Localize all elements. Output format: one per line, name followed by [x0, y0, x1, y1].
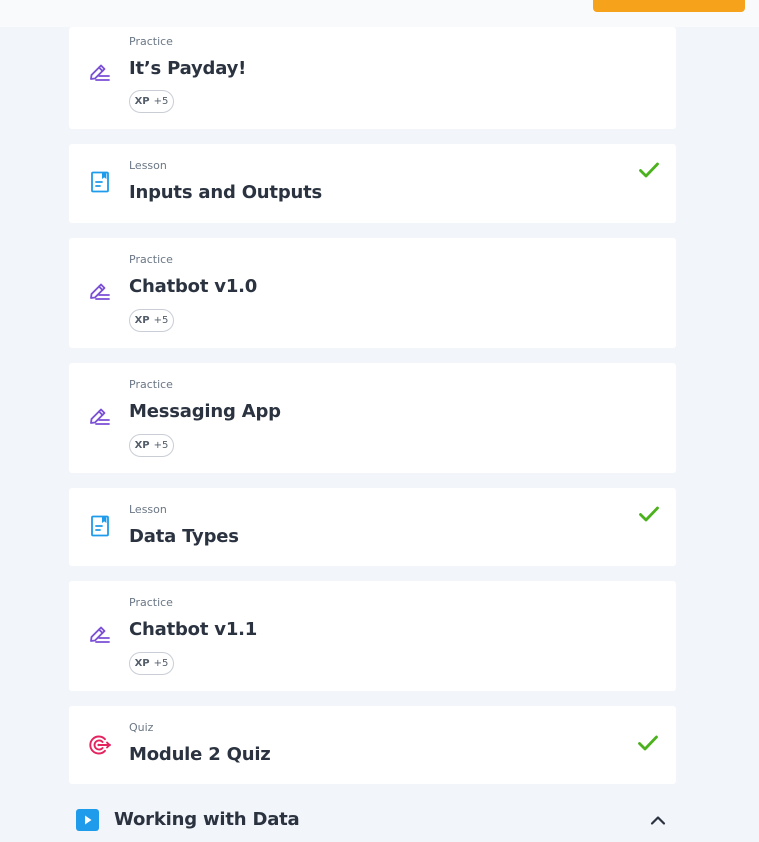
- edit-pencil-icon: [90, 408, 110, 425]
- xp-value: +5: [153, 658, 169, 669]
- xp-label: XP: [134, 658, 150, 669]
- item-type-label: Practice: [129, 596, 173, 609]
- item-title: Chatbot v1.1: [129, 619, 258, 640]
- item-type-label: Quiz: [129, 721, 154, 734]
- item-type-label: Lesson: [129, 159, 167, 172]
- list-item-practice[interactable]: Practice It’s Payday! XP +5: [69, 27, 676, 129]
- xp-value: +5: [153, 96, 169, 107]
- item-title: Inputs and Outputs: [129, 182, 323, 203]
- xp-badge: XP +5: [129, 652, 174, 675]
- item-title: Module 2 Quiz: [129, 744, 271, 765]
- chevron-up-icon[interactable]: [649, 813, 667, 827]
- item-type-label: Practice: [129, 378, 173, 391]
- document-icon: [91, 171, 109, 193]
- item-title: Chatbot v1.0: [129, 276, 258, 297]
- list-item-practice[interactable]: Practice Messaging App XP +5: [69, 363, 676, 473]
- list-item-lesson[interactable]: Lesson Data Types: [69, 488, 676, 566]
- edit-pencil-icon: [90, 64, 110, 81]
- item-type-label: Practice: [129, 253, 173, 266]
- section-header[interactable]: Working with Data: [69, 800, 676, 840]
- xp-label: XP: [134, 96, 150, 107]
- document-icon: [91, 515, 109, 537]
- xp-label: XP: [134, 315, 150, 326]
- check-icon: [639, 506, 659, 522]
- play-icon: [76, 809, 99, 831]
- edit-pencil-icon: [90, 283, 110, 300]
- list-item-quiz[interactable]: Quiz Module 2 Quiz: [69, 706, 676, 784]
- xp-badge: XP +5: [129, 90, 174, 113]
- item-title: Messaging App: [129, 401, 281, 422]
- continue-button[interactable]: [593, 0, 745, 12]
- item-type-label: Lesson: [129, 503, 167, 516]
- xp-value: +5: [153, 315, 169, 326]
- list-item-practice[interactable]: Practice Chatbot v1.1 XP +5: [69, 581, 676, 691]
- check-icon: [638, 735, 658, 751]
- list-item-practice[interactable]: Practice Chatbot v1.0 XP +5: [69, 238, 676, 348]
- xp-badge: XP +5: [129, 309, 174, 332]
- target-icon: [89, 735, 111, 755]
- section-title: Working with Data: [114, 809, 300, 830]
- xp-label: XP: [134, 440, 150, 451]
- edit-pencil-icon: [90, 626, 110, 643]
- list-item-lesson[interactable]: Lesson Inputs and Outputs: [69, 144, 676, 223]
- xp-value: +5: [153, 440, 169, 451]
- item-title: Data Types: [129, 526, 239, 547]
- item-type-label: Practice: [129, 35, 173, 48]
- top-bar: [0, 0, 759, 27]
- xp-badge: XP +5: [129, 434, 174, 457]
- check-icon: [639, 162, 659, 178]
- item-title: It’s Payday!: [129, 58, 247, 79]
